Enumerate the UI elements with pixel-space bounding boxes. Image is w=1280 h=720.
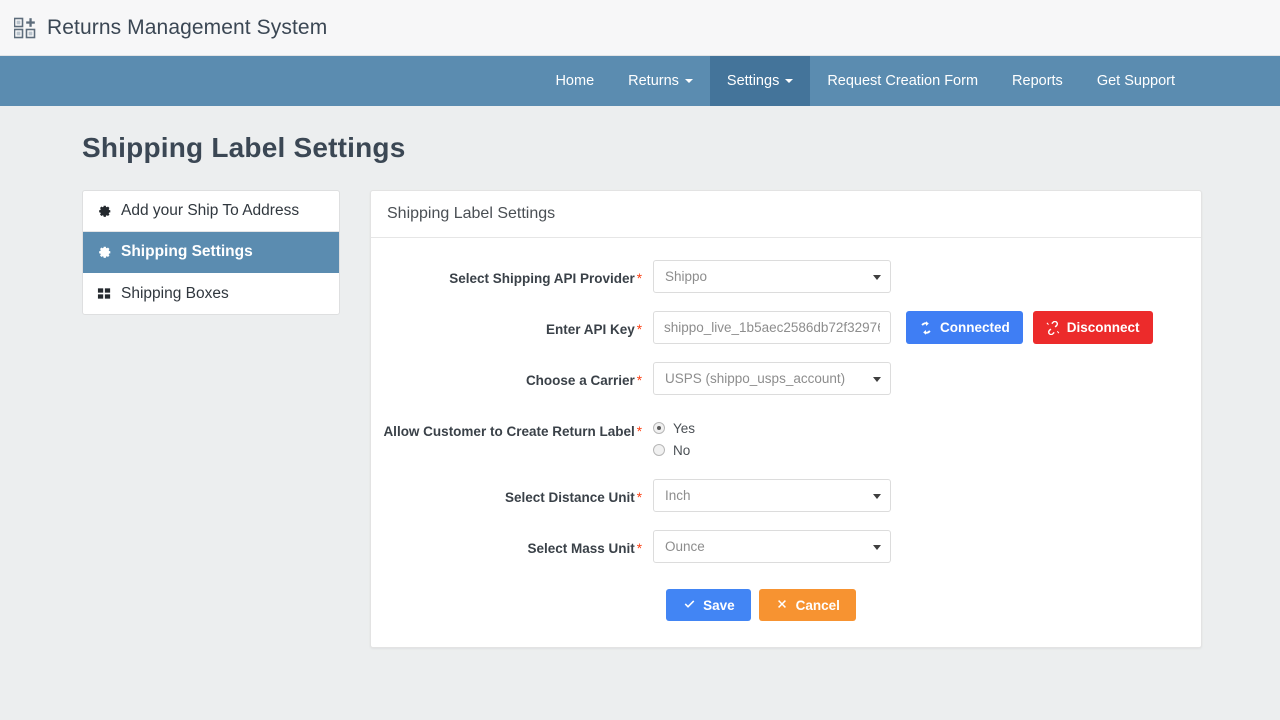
radio-yes-icon[interactable] bbox=[653, 422, 665, 434]
allow-return-label-radio-group: Yes No bbox=[653, 413, 695, 461]
page-content: Shipping Label Settings Add your Ship To… bbox=[0, 106, 1280, 648]
save-label: Save bbox=[703, 598, 735, 613]
label-distance-unit: Select Distance Unit* bbox=[371, 479, 653, 509]
disconnect-label: Disconnect bbox=[1067, 320, 1140, 335]
distance-unit-value: Inch bbox=[665, 488, 691, 503]
nav-label-reports: Reports bbox=[1012, 73, 1063, 89]
field-row-mass-unit: Select Mass Unit* Ounce bbox=[371, 530, 1201, 563]
cancel-label: Cancel bbox=[796, 598, 840, 613]
radio-option-no[interactable]: No bbox=[653, 439, 695, 461]
cancel-button[interactable]: Cancel bbox=[759, 589, 856, 621]
label-api-key: Enter API Key* bbox=[371, 311, 653, 341]
field-row-provider: Select Shipping API Provider* Shippo bbox=[371, 260, 1201, 293]
nav-item-get-support[interactable]: Get Support bbox=[1080, 56, 1192, 106]
nav-item-settings[interactable]: Settings bbox=[710, 56, 810, 106]
chevron-down-icon bbox=[685, 79, 693, 83]
sync-icon bbox=[919, 321, 933, 335]
chevron-down-icon bbox=[785, 79, 793, 83]
provider-value: Shippo bbox=[665, 269, 707, 284]
required-marker: * bbox=[637, 271, 642, 286]
label-text-provider: Select Shipping API Provider bbox=[449, 271, 635, 286]
nav-item-reports[interactable]: Reports bbox=[995, 56, 1080, 106]
mass-unit-select[interactable]: Ounce bbox=[653, 530, 891, 563]
settings-form: Select Shipping API Provider* Shippo Ent… bbox=[371, 238, 1201, 647]
api-key-input[interactable] bbox=[653, 311, 891, 344]
radio-no-icon[interactable] bbox=[653, 444, 665, 456]
nav-label-get-support: Get Support bbox=[1097, 73, 1175, 89]
gear-icon bbox=[97, 245, 112, 260]
required-marker: * bbox=[637, 373, 642, 388]
nav-label-settings: Settings bbox=[727, 73, 779, 89]
label-mass-unit: Select Mass Unit* bbox=[371, 530, 653, 560]
required-marker: * bbox=[637, 322, 642, 337]
panel-heading: Shipping Label Settings bbox=[371, 191, 1201, 238]
sidebar-item-shipping-settings[interactable]: Shipping Settings bbox=[83, 232, 339, 273]
required-marker: * bbox=[637, 541, 642, 556]
app-header: Returns Management System bbox=[0, 0, 1280, 56]
sidebar-item-shipping-boxes[interactable]: Shipping Boxes bbox=[83, 273, 339, 314]
distance-unit-select[interactable]: Inch bbox=[653, 479, 891, 512]
nav-label-request-creation-form: Request Creation Form bbox=[827, 73, 978, 89]
times-icon bbox=[775, 598, 789, 612]
radio-label-yes: Yes bbox=[673, 421, 695, 436]
nav-item-request-creation-form[interactable]: Request Creation Form bbox=[810, 56, 995, 106]
field-row-allow-return-label: Allow Customer to Create Return Label* Y… bbox=[371, 413, 1201, 461]
app-title: Returns Management System bbox=[47, 16, 327, 40]
connected-button[interactable]: Connected bbox=[906, 311, 1023, 344]
shipping-label-settings-panel: Shipping Label Settings Select Shipping … bbox=[370, 190, 1202, 648]
radio-option-yes[interactable]: Yes bbox=[653, 417, 695, 439]
label-carrier: Choose a Carrier* bbox=[371, 362, 653, 392]
disconnect-button[interactable]: Disconnect bbox=[1033, 311, 1153, 344]
nav-label-returns: Returns bbox=[628, 73, 679, 89]
nav-label-home: Home bbox=[555, 73, 594, 89]
main-navigation: Home Returns Settings Request Creation F… bbox=[0, 56, 1280, 106]
check-icon bbox=[682, 598, 696, 612]
carrier-select[interactable]: USPS (shippo_usps_account) bbox=[653, 362, 891, 395]
page-title: Shipping Label Settings bbox=[82, 132, 1280, 164]
nav-item-returns[interactable]: Returns bbox=[611, 56, 710, 106]
label-text-distance-unit: Select Distance Unit bbox=[505, 490, 635, 505]
sidebar-item-ship-to-address[interactable]: Add your Ship To Address bbox=[83, 191, 339, 232]
provider-select[interactable]: Shippo bbox=[653, 260, 891, 293]
radio-label-no: No bbox=[673, 443, 690, 458]
sidebar-label-shipping-boxes: Shipping Boxes bbox=[121, 285, 229, 303]
save-button[interactable]: Save bbox=[666, 589, 751, 621]
carrier-value: USPS (shippo_usps_account) bbox=[665, 371, 845, 386]
mass-unit-value: Ounce bbox=[665, 539, 705, 554]
label-text-carrier: Choose a Carrier bbox=[526, 373, 635, 388]
field-row-carrier: Choose a Carrier* USPS (shippo_usps_acco… bbox=[371, 362, 1201, 395]
form-actions: Save Cancel bbox=[371, 589, 1201, 621]
label-text-mass-unit: Select Mass Unit bbox=[527, 541, 634, 556]
label-provider: Select Shipping API Provider* bbox=[371, 260, 653, 290]
required-marker: * bbox=[637, 490, 642, 505]
label-allow-return-label: Allow Customer to Create Return Label* bbox=[371, 413, 653, 443]
label-text-allow-return-label: Allow Customer to Create Return Label bbox=[383, 424, 634, 439]
gear-icon bbox=[97, 204, 112, 219]
grid-icon bbox=[97, 286, 112, 301]
field-row-distance-unit: Select Distance Unit* Inch bbox=[371, 479, 1201, 512]
connected-label: Connected bbox=[940, 320, 1010, 335]
settings-sidebar: Add your Ship To Address Shipping Settin… bbox=[82, 190, 340, 315]
unlink-icon bbox=[1046, 321, 1060, 335]
required-marker: * bbox=[637, 424, 642, 439]
field-row-api-key: Enter API Key* Connected bbox=[371, 311, 1201, 344]
grid-plus-icon bbox=[14, 17, 36, 39]
sidebar-label-ship-to-address: Add your Ship To Address bbox=[121, 202, 299, 220]
label-text-api-key: Enter API Key bbox=[546, 322, 635, 337]
sidebar-label-shipping-settings: Shipping Settings bbox=[121, 243, 253, 261]
brand: Returns Management System bbox=[14, 16, 327, 40]
content-layout: Add your Ship To Address Shipping Settin… bbox=[0, 190, 1280, 648]
nav-item-home[interactable]: Home bbox=[538, 56, 611, 106]
